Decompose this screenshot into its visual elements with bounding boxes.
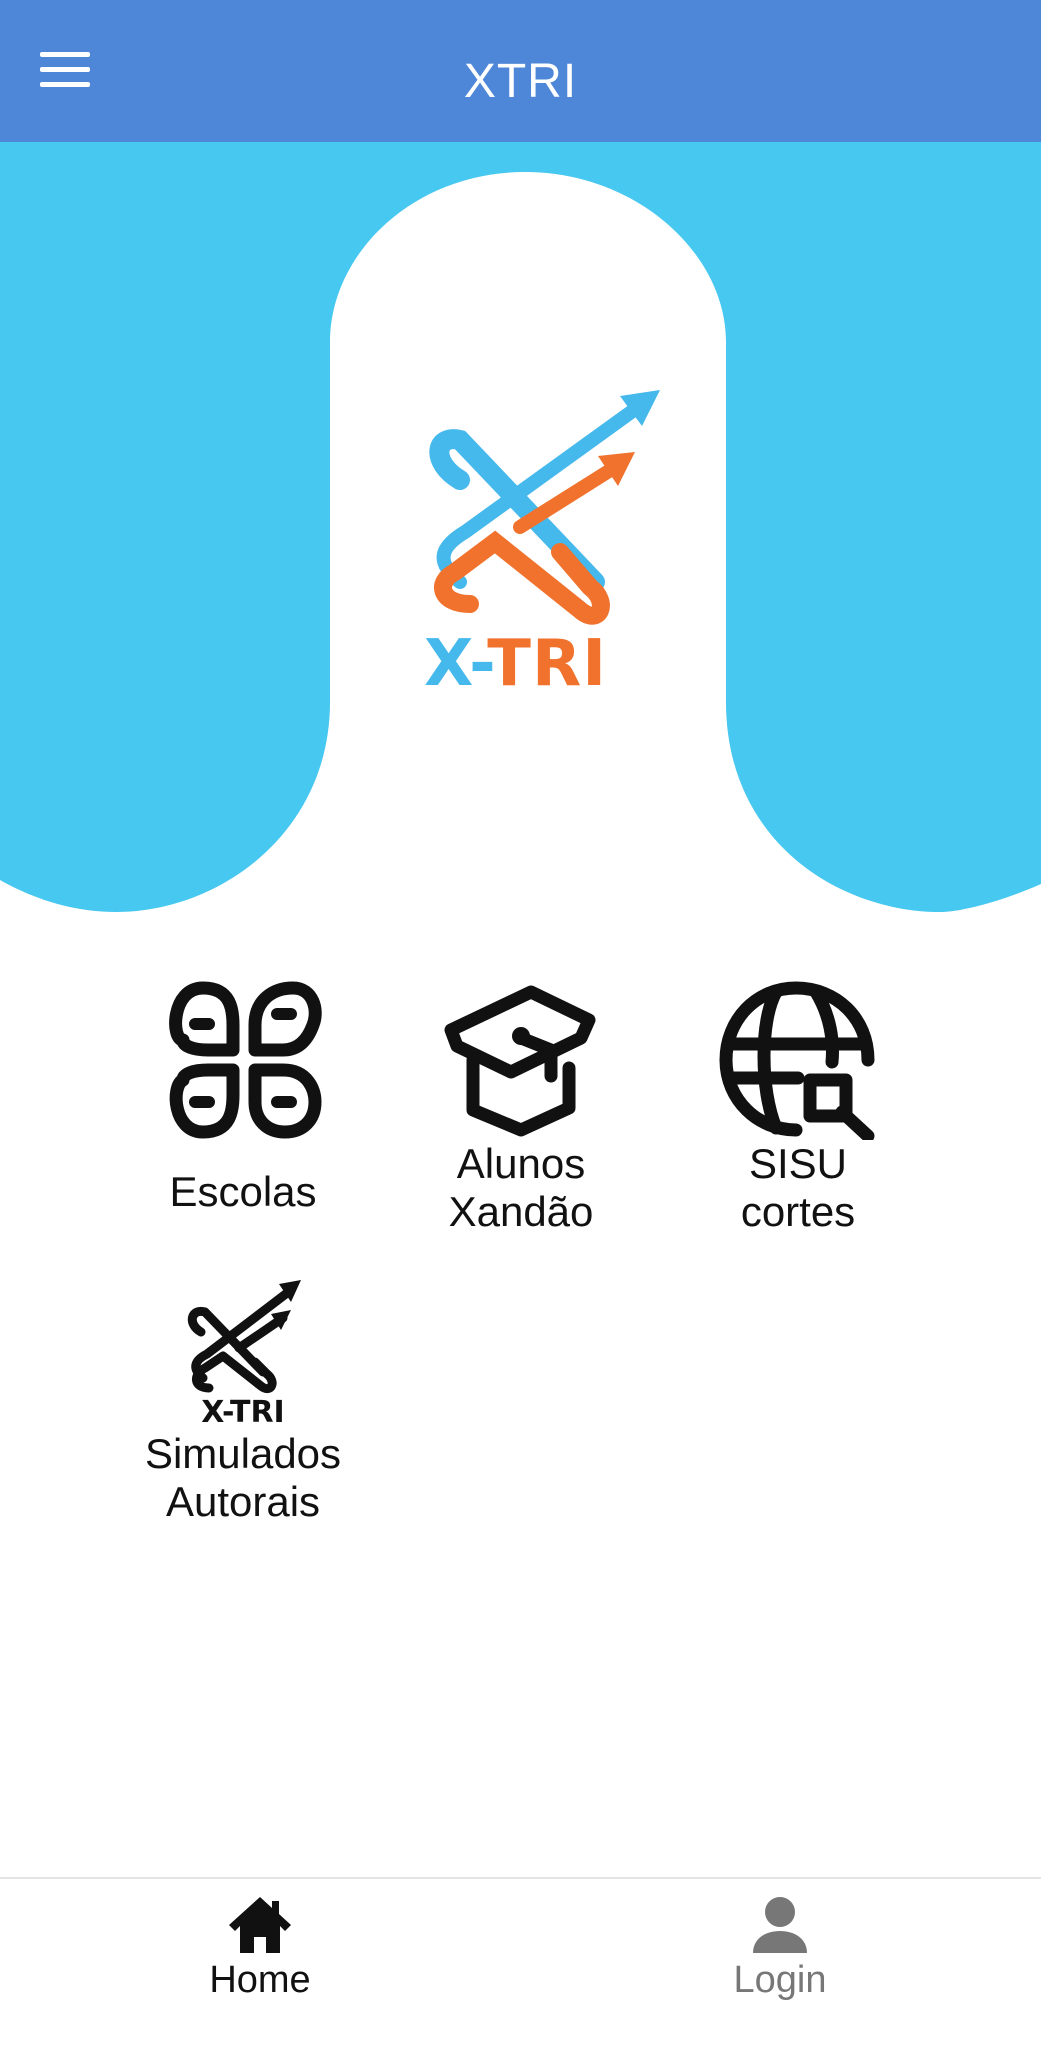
xtri-icon-text: X-TRI — [201, 1395, 284, 1430]
app-header: XTRI — [0, 0, 1041, 142]
tab-label: Home — [209, 1959, 311, 2001]
logo-wordmark: X-TRI — [424, 627, 608, 701]
tile-simulados-autorais[interactable]: X-TRI Simulados Autorais — [113, 1270, 373, 1526]
bottom-tab-bar: Home Login — [0, 1877, 1041, 2048]
tile-sisu-cortes[interactable]: SISU cortes — [668, 980, 928, 1236]
apps-grid-icon — [169, 981, 322, 1139]
tile-alunos-xandao[interactable]: Alunos Xandão — [391, 980, 651, 1236]
person-icon — [753, 1897, 807, 1953]
tab-login[interactable]: Login — [660, 1895, 900, 2003]
tile-label: Escolas — [169, 1168, 317, 1215]
xtri-logo-icon: X-TRI — [187, 1280, 301, 1430]
tile-label: SISU cortes — [740, 1140, 856, 1235]
tab-label: Login — [733, 1959, 827, 2001]
tile-escolas[interactable]: Escolas — [113, 980, 373, 1216]
tile-label: Alunos Xandão — [448, 1140, 594, 1235]
home-icon — [229, 1897, 291, 1953]
tile-label: Simulados Autorais — [144, 1430, 342, 1525]
tab-home[interactable]: Home — [140, 1895, 380, 2003]
page-title: XTRI — [463, 55, 578, 108]
hero-banner: X-TRI — [0, 142, 1041, 932]
graduation-cap-icon — [444, 985, 596, 1137]
globe-search-icon — [719, 981, 875, 1140]
app-screen: XTRI X-TRI Escolas Alunos Xandão SISU co… — [0, 0, 1041, 2048]
